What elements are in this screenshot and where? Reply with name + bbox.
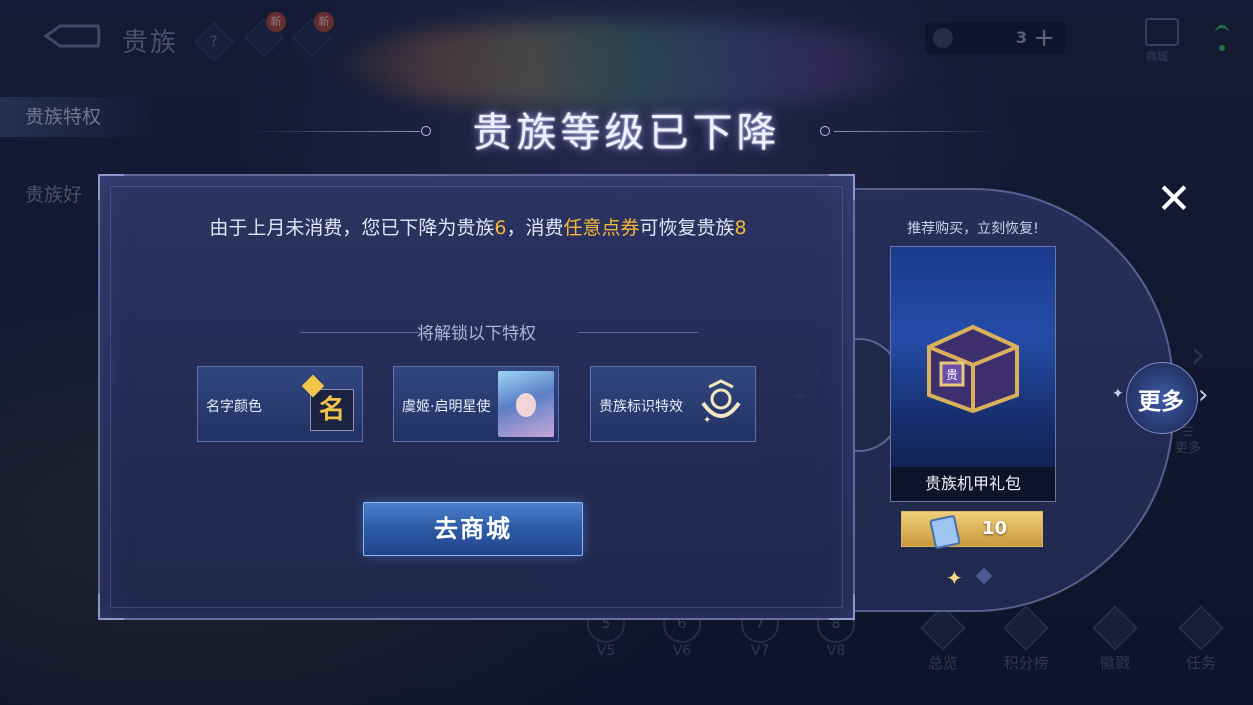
name-color-icon: 名 [301,374,354,431]
page-indicator-active: ✦ [946,566,963,590]
downgrade-message: 由于上月未消费，您已下降为贵族6，消费任意点券可恢复贵族8 [209,217,747,239]
unlock-heading: 将解锁以下特权 [417,324,536,344]
privilege-card-hero-skin[interactable]: 虞姬·启明星使 [393,366,559,442]
price-value: 10 [982,518,1008,539]
recommend-item-name: 贵族机甲礼包 [891,467,1055,501]
sparkle-icon: ✦ [1112,386,1124,402]
purchase-price-button[interactable]: 10 [901,511,1043,550]
recommend-item-card[interactable]: 贵 贵族机甲礼包 [890,246,1056,502]
chevron-right-icon: › [1198,380,1209,410]
dialog-title: 贵族等级已下降 [472,110,781,156]
hero-skin-portrait [498,371,554,437]
corner-ornament [98,594,124,620]
corner-ornament [829,594,855,620]
more-button-label: 更多 [1138,389,1184,415]
corner-ornament [829,174,855,200]
svg-text:贵: 贵 [946,368,958,382]
privilege-card-name-color[interactable]: 名字颜色 名 [197,366,363,442]
unlock-divider-right [578,332,698,333]
noble-emblem-icon: ✦ [701,379,741,426]
coupon-icon [929,514,961,550]
recommend-title: 推荐购买，立刻恢复! [907,221,1039,237]
more-button[interactable]: 更多 › [1126,362,1218,434]
privilege-label: 名字颜色 [206,399,262,415]
privilege-card-emblem[interactable]: 贵族标识特效 ✦ [590,366,756,442]
privilege-label: 虞姬·启明星使 [402,399,491,415]
svg-text:✦: ✦ [703,415,711,426]
go-to-shop-button[interactable]: 去商城 [363,502,583,556]
privilege-label: 贵族标识特效 [599,399,683,415]
close-button[interactable]: ✕ [1152,177,1196,221]
corner-ornament [98,174,124,200]
tag-icon [301,374,325,398]
treasure-chest-icon: 贵 [927,324,1019,413]
